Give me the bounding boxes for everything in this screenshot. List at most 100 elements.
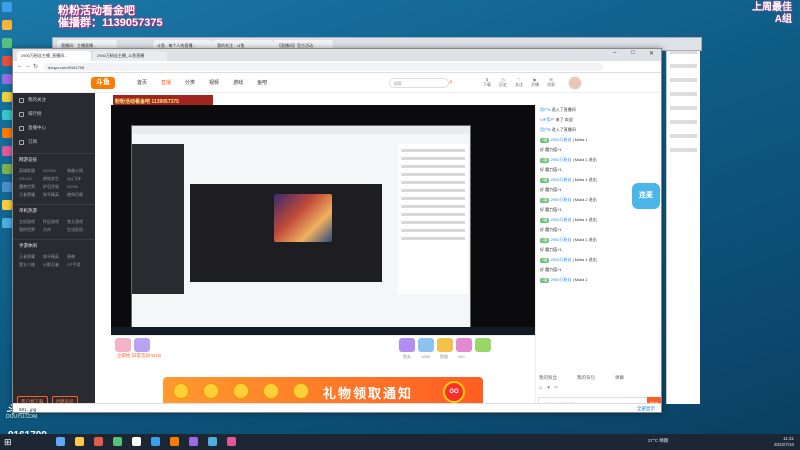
chat-username[interactable]: 用户B — [540, 127, 551, 132]
desktop-icon[interactable] — [2, 110, 12, 120]
category-link[interactable]: QQ飞车 — [67, 176, 89, 182]
chat-username[interactable]: 2900万粉丝 — [551, 277, 572, 282]
message-icon[interactable]: ✉ 消息 — [547, 77, 555, 88]
sidebar-item-follow[interactable]: 我的关注 — [13, 93, 95, 107]
chat-username[interactable]: 2900万粉丝 — [551, 237, 572, 242]
desktop-icon[interactable] — [2, 164, 12, 174]
video-player[interactable] — [111, 105, 535, 335]
heart-icon[interactable]: ♥ — [547, 385, 550, 391]
browser-tab-active[interactable]: 2900万粉丝主播_直播间... — [17, 51, 91, 61]
browser-tab[interactable]: 2900万粉丝主播_斗鱼直播 — [93, 51, 167, 61]
taskbar-app-icon[interactable] — [170, 437, 179, 446]
taskbar-app-icon[interactable] — [227, 437, 236, 446]
taskbar-app-icon[interactable] — [113, 437, 122, 446]
desktop-icon[interactable] — [2, 2, 12, 12]
chat-username[interactable]: 2900万粉丝 — [551, 197, 572, 202]
category-link[interactable]: DOTA — [67, 184, 89, 190]
download-icon[interactable]: ⬇ 下载 — [483, 77, 491, 88]
desktop-icon[interactable] — [2, 218, 12, 228]
category-link[interactable]: 原神 — [67, 254, 89, 260]
search-input[interactable]: 搜索 — [389, 78, 449, 88]
taskbar-app-icon[interactable] — [189, 437, 198, 446]
chat-footer-link[interactable]: 我的粉丝 — [539, 375, 557, 381]
taskbar-app-icon[interactable] — [208, 437, 217, 446]
weather[interactable]: 27°C 晴朗 — [648, 438, 668, 444]
chat-username[interactable]: 2900万粉丝 — [551, 217, 572, 222]
gift-icon[interactable] — [475, 338, 491, 352]
category-link[interactable]: CF手游 — [67, 262, 89, 268]
chat-footer-link[interactable]: 我的背包 — [577, 375, 595, 381]
chat-footer-link[interactable]: 弹幕 — [615, 375, 624, 381]
minimize-icon[interactable]: – — [613, 50, 616, 56]
category-link[interactable]: 穿越火线 — [67, 168, 89, 174]
chat-username[interactable]: 用户A — [540, 107, 550, 112]
douyu-header-logo[interactable]: 斗鱼 — [91, 77, 115, 89]
nav-home[interactable]: 首页 — [137, 79, 147, 86]
category-link[interactable]: 我的世界 — [19, 227, 41, 233]
nav-game[interactable]: 游戏 — [233, 79, 243, 86]
desktop-icon[interactable] — [2, 56, 12, 66]
nav-category[interactable]: 分类 — [185, 79, 195, 86]
category-link[interactable]: 怀旧游戏 — [43, 219, 65, 225]
desktop-icon[interactable] — [2, 38, 12, 48]
sidebar-item-subscribe[interactable]: 订阅 — [13, 135, 95, 149]
category-link[interactable]: DOTA2 — [43, 168, 65, 174]
taskbar-app-icon[interactable] — [56, 437, 65, 446]
chat-username[interactable]: VIP用户 — [540, 117, 554, 122]
category-link[interactable]: 和平精英 — [43, 254, 65, 260]
search-icon[interactable]: ⌕ — [449, 78, 459, 88]
gift-icon[interactable] — [115, 338, 131, 352]
category-link[interactable]: 和平精英 — [43, 192, 65, 198]
follow-icon[interactable]: ♡ 关注 — [515, 77, 523, 88]
nav-video[interactable]: 视频 — [209, 79, 219, 86]
gift-icon[interactable] — [399, 338, 415, 352]
category-link[interactable]: 使命召唤 — [67, 192, 89, 198]
chat-username[interactable]: 2900万粉丝 — [551, 157, 572, 162]
show-all-downloads[interactable]: 全部显示 — [637, 406, 655, 412]
category-link[interactable]: 生化危机 — [67, 227, 89, 233]
category-link[interactable]: 方舟 — [43, 227, 65, 233]
reload-icon[interactable]: ↻ — [33, 63, 38, 70]
gift-icon[interactable] — [418, 338, 434, 352]
history-icon[interactable]: ◷ 历史 — [499, 77, 507, 88]
category-link[interactable]: 第五人格 — [19, 262, 41, 268]
nav-yuba[interactable]: 鱼吧 — [257, 79, 267, 86]
close-icon[interactable]: ✕ — [649, 50, 654, 57]
chat-decoration[interactable]: 连麦 — [632, 183, 660, 209]
gift-icon[interactable] — [456, 338, 472, 352]
nav-live[interactable]: 直播 — [161, 79, 171, 86]
banner-go-button[interactable]: GO — [443, 381, 465, 403]
broadcast-icon[interactable]: ▶ 开播 — [531, 77, 539, 88]
clock[interactable]: 11:31 2022/7/10 — [774, 436, 794, 448]
category-link[interactable]: 绝地求生 — [43, 176, 65, 182]
scissors-icon[interactable]: ✂ — [554, 385, 558, 391]
taskbar-app-icon[interactable] — [75, 437, 84, 446]
back-icon[interactable]: ← — [17, 63, 23, 69]
url-input[interactable]: douyu.com/9161709 — [43, 63, 603, 71]
category-link[interactable]: 火影忍者 — [43, 262, 65, 268]
emoji-icon[interactable]: ☺ — [538, 385, 543, 391]
gift-promo-text[interactable]: 立即抢 日常活动 ¥100 — [117, 353, 161, 359]
gift-icon[interactable] — [437, 338, 453, 352]
download-file[interactable]: 591...jpg — [19, 407, 36, 412]
desktop-icon[interactable] — [2, 20, 12, 30]
avatar[interactable] — [568, 76, 582, 90]
category-link[interactable]: 炉石传说 — [43, 184, 65, 190]
desktop-icon[interactable] — [2, 182, 12, 192]
category-link[interactable]: 独立游戏 — [67, 219, 89, 225]
desktop-icon[interactable] — [2, 146, 12, 156]
desktop-icon[interactable] — [2, 74, 12, 84]
category-link[interactable]: 主机游戏 — [19, 219, 41, 225]
sidebar-item-rank[interactable]: 排行榜 — [13, 107, 95, 121]
category-link[interactable]: 英雄联盟 — [19, 168, 41, 174]
desktop-icon[interactable] — [2, 200, 12, 210]
taskbar-app-icon[interactable] — [132, 437, 141, 446]
chat-username[interactable]: 2900万粉丝 — [551, 177, 572, 182]
category-link[interactable]: 魔兽世界 — [19, 184, 41, 190]
sidebar-item-center[interactable]: 直播中心 — [13, 121, 95, 135]
desktop-icon[interactable] — [2, 128, 12, 138]
forward-icon[interactable]: → — [25, 63, 31, 69]
maximize-icon[interactable]: □ — [631, 50, 635, 56]
desktop-icon[interactable] — [2, 92, 12, 102]
chat-username[interactable]: 2900万粉丝 — [551, 137, 572, 142]
